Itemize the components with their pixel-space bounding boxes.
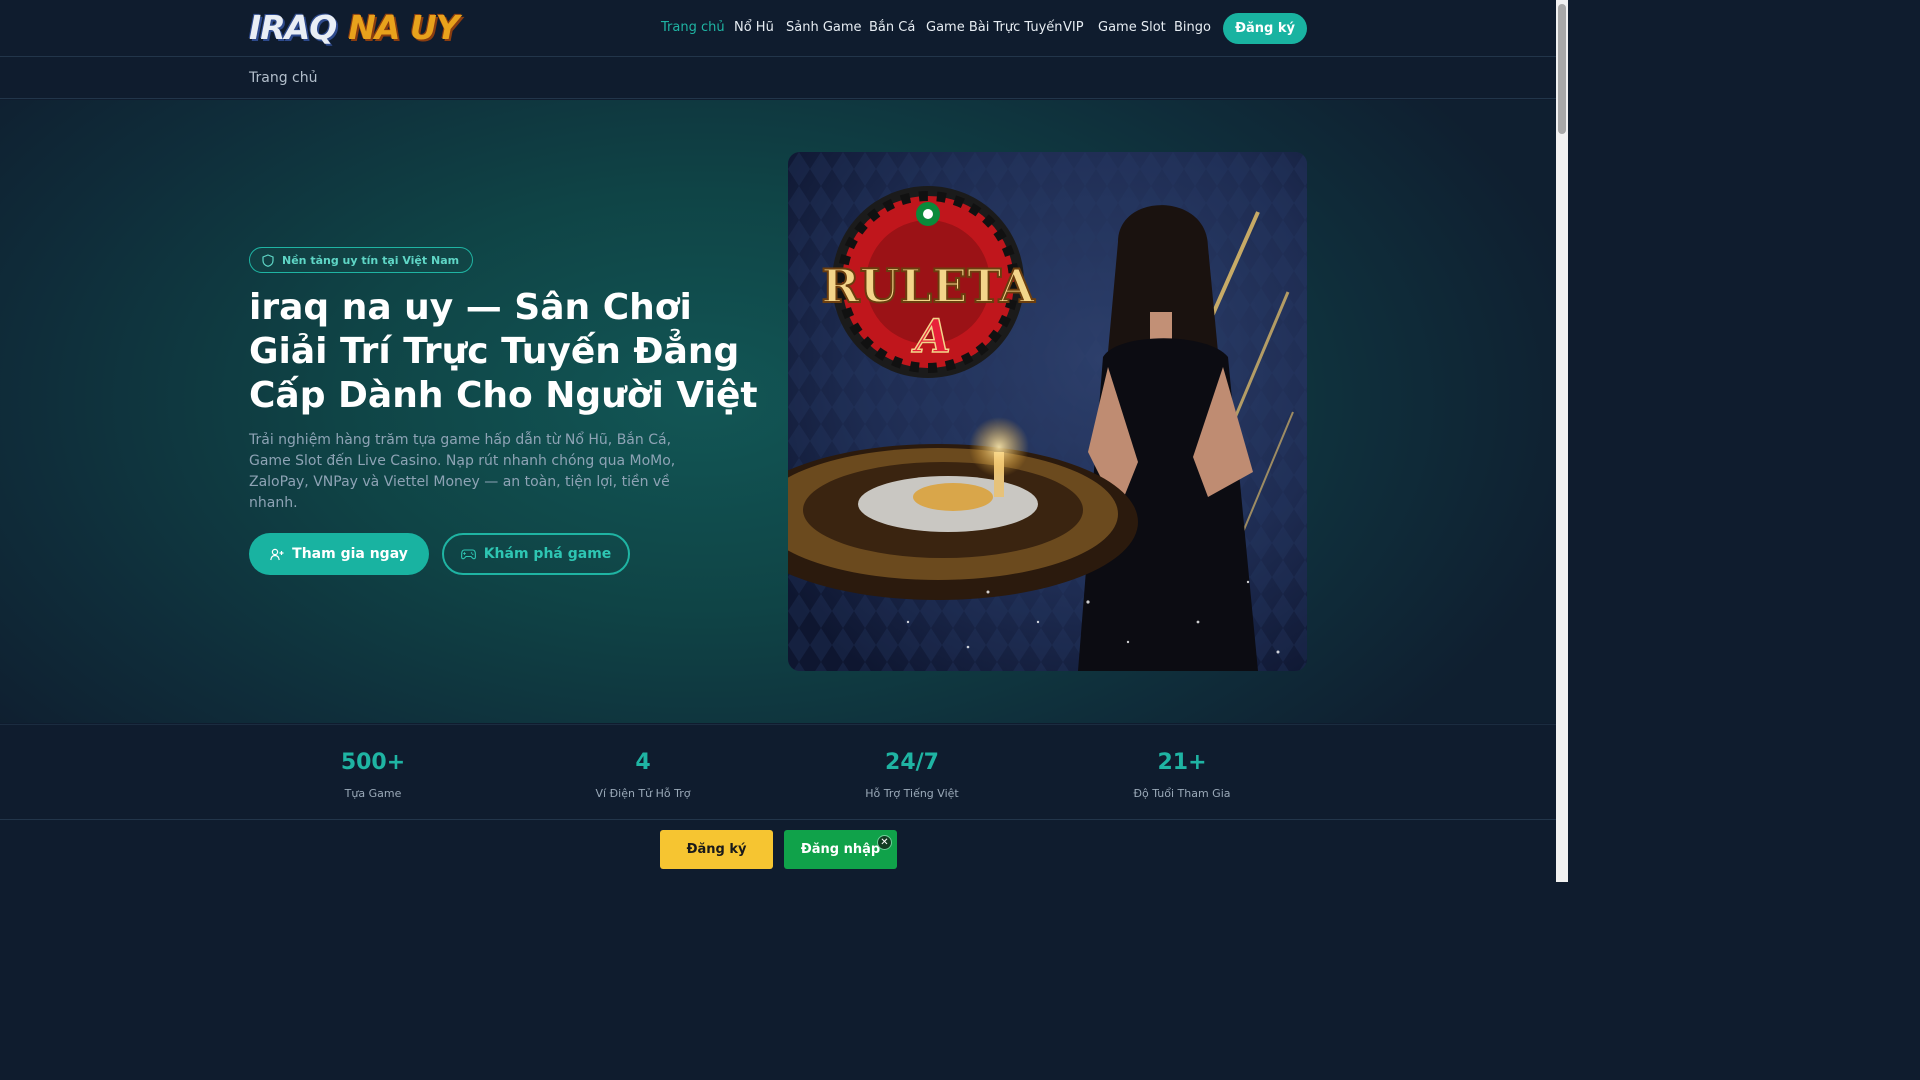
shield-icon	[262, 253, 274, 267]
ruleta-promo-image[interactable]: RULETA A	[788, 152, 1307, 671]
site-logo[interactable]: IRAQ NA UY	[249, 9, 463, 47]
trust-badge: Nền tảng uy tín tại Việt Nam	[249, 247, 474, 273]
stat-age: 21+ Độ Tuổi Tham Gia	[1082, 749, 1282, 800]
close-icon[interactable]: ✕	[877, 835, 892, 850]
logo-text-part1: IRAQ	[249, 8, 337, 47]
breadcrumb-bar: Trang chủ	[0, 58, 1556, 99]
hero-description: Trải nghiệm hàng trăm tựa game hấp dẫn t…	[249, 432, 676, 511]
stats-section: 500+ Tựa Game 4 Ví Điện Tử Hỗ Trợ 24/7 H…	[0, 724, 1556, 820]
nav-item-bingo[interactable]: Bingo	[1174, 20, 1211, 35]
hero-title: iraq na uy — Sân Chơi Giải Trí Trực Tuyế…	[249, 287, 758, 416]
stat-games: 500+ Tựa Game	[273, 749, 473, 800]
join-now-label: Tham gia ngay	[292, 546, 408, 562]
stat-value: 4	[635, 750, 651, 775]
gamepad-icon	[460, 548, 476, 559]
sticky-bottom-bar: Đăng ký Đăng nhập ✕	[0, 821, 1556, 882]
logo-text-part2: NA UY	[348, 8, 459, 47]
header-register-button[interactable]: Đăng ký	[1223, 13, 1307, 44]
page-scrollbar[interactable]	[1556, 0, 1568, 882]
user-plus-icon	[270, 548, 284, 560]
stat-value: 21+	[1157, 750, 1207, 775]
stat-support: 24/7 Hỗ Trợ Tiếng Việt	[812, 749, 1012, 800]
stat-wallets: 4 Ví Điện Tử Hỗ Trợ	[543, 749, 743, 800]
breadcrumb[interactable]: Trang chủ	[249, 70, 317, 86]
svg-text:A: A	[911, 309, 951, 363]
explore-games-label: Khám phá game	[483, 546, 612, 562]
page: IRAQ NA UY Trang chủ Nổ Hũ Sảnh Game Bắn…	[0, 0, 1556, 882]
stat-label: Ví Điện Tử Hỗ Trợ	[595, 787, 691, 800]
trust-badge-label: Nền tảng uy tín tại Việt Nam	[282, 253, 460, 267]
stat-label: Độ Tuổi Tham Gia	[1133, 787, 1231, 800]
site-header: IRAQ NA UY Trang chủ Nổ Hũ Sảnh Game Bắn…	[0, 0, 1556, 57]
explore-games-button[interactable]: Khám phá game	[442, 533, 630, 575]
ruleta-logo-text: RULETA	[821, 259, 1035, 313]
nav-item-game-bai[interactable]: Game Bài Trực Tuyến	[926, 20, 1063, 35]
join-now-button[interactable]: Tham gia ngay	[249, 533, 429, 575]
nav-item-home[interactable]: Trang chủ	[661, 20, 725, 35]
nav-item-sanh-game[interactable]: Sảnh Game	[786, 20, 862, 35]
scrollbar-thumb[interactable]	[1558, 4, 1566, 134]
nav-item-ban-ca[interactable]: Bắn Cá	[869, 20, 915, 35]
ruleta-illustration: RULETA A	[788, 152, 1307, 671]
nav-item-no-hu[interactable]: Nổ Hũ	[734, 20, 774, 35]
stat-value: 24/7	[885, 750, 939, 775]
nav-item-vip[interactable]: VIP	[1063, 20, 1084, 35]
stat-label: Tựa Game	[344, 787, 402, 800]
stat-value: 500+	[340, 750, 406, 775]
nav-item-game-slot[interactable]: Game Slot	[1098, 20, 1166, 35]
stat-label: Hỗ Trợ Tiếng Việt	[865, 787, 959, 800]
bottom-register-button[interactable]: Đăng ký	[660, 830, 773, 869]
hero-section: Nền tảng uy tín tại Việt Nam iraq na uy …	[0, 100, 1556, 723]
